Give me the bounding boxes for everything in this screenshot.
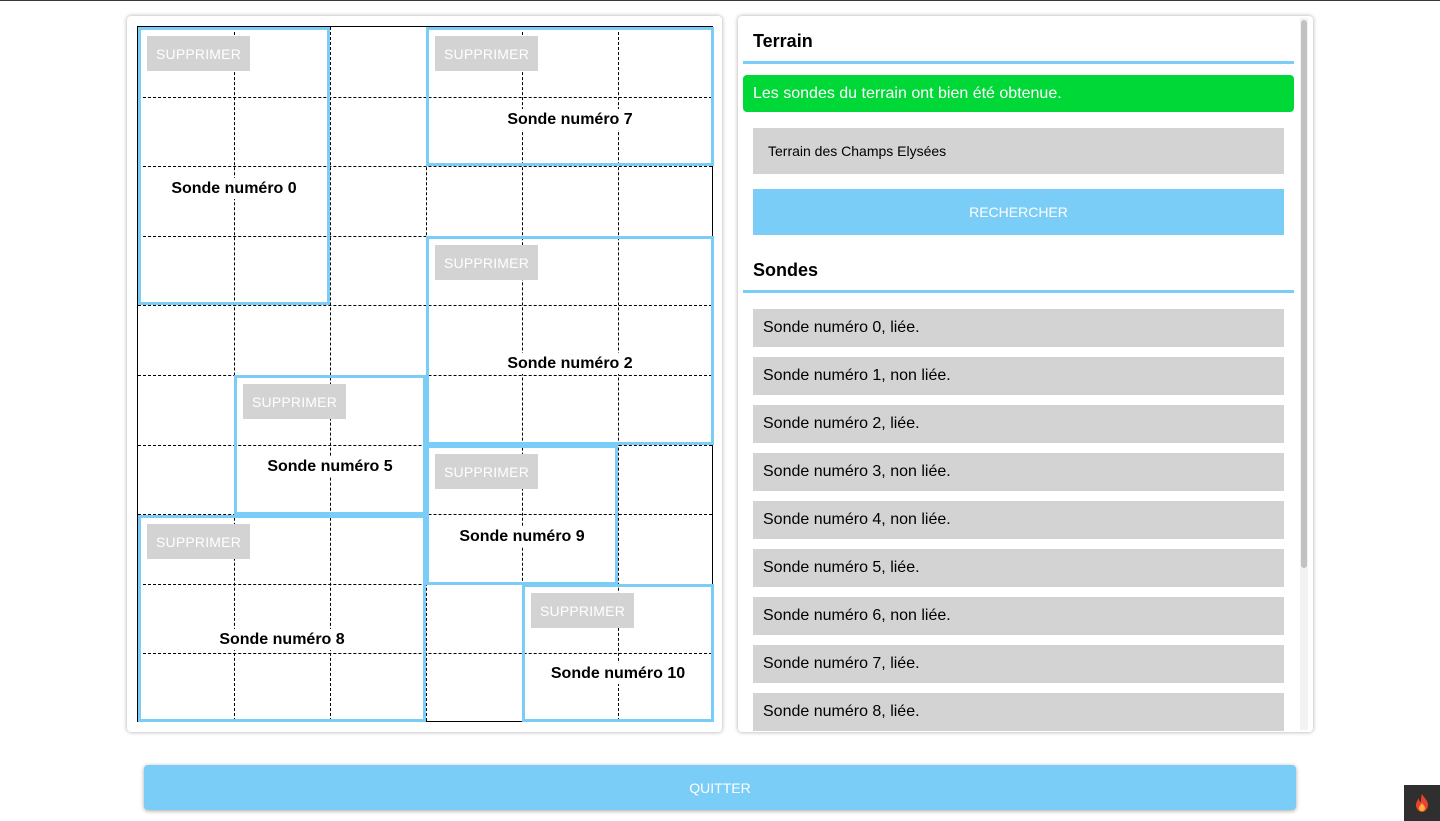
list-item[interactable]: Sonde numéro 7, liée. [753, 645, 1284, 683]
quit-button[interactable]: QUITTER [144, 765, 1296, 810]
probe-list: Sonde numéro 0, liée. Sonde numéro 1, no… [753, 309, 1284, 732]
success-alert: Les sondes du terrain ont bien été obten… [743, 75, 1294, 112]
section-divider [743, 290, 1294, 293]
list-item[interactable]: Sonde numéro 8, liée. [753, 693, 1284, 731]
delete-probe-button[interactable]: SUPPRIMER [147, 524, 250, 559]
list-item[interactable]: Sonde numéro 4, non liée. [753, 501, 1284, 539]
scrollbar[interactable] [1300, 18, 1308, 730]
list-item[interactable]: Sonde numéro 3, non liée. [753, 453, 1284, 491]
delete-probe-button[interactable]: SUPPRIMER [435, 36, 538, 71]
probe-block-8[interactable]: SUPPRIMER Sonde numéro 8 [138, 515, 426, 722]
flame-icon-svg [1416, 794, 1428, 812]
probe-block-0[interactable]: SUPPRIMER Sonde numéro 0 [138, 27, 330, 305]
terrain-grid-panel: SUPPRIMER Sonde numéro 0 SUPPRIMER Sonde… [127, 16, 722, 732]
top-divider [0, 0, 1440, 1]
probe-label: Sonde numéro 7 [429, 109, 711, 130]
probe-block-2[interactable]: SUPPRIMER Sonde numéro 2 [426, 236, 714, 445]
list-item[interactable]: Sonde numéro 0, liée. [753, 309, 1284, 347]
flame-icon[interactable] [1404, 785, 1440, 821]
terrain-grid: SUPPRIMER Sonde numéro 0 SUPPRIMER Sonde… [137, 26, 714, 722]
probe-label: Sonde numéro 5 [237, 456, 423, 477]
probe-label: Sonde numéro 2 [429, 353, 711, 374]
probe-label: Sonde numéro 0 [141, 178, 327, 199]
probe-block-7[interactable]: SUPPRIMER Sonde numéro 7 [426, 27, 714, 166]
delete-probe-button[interactable]: SUPPRIMER [147, 36, 250, 71]
list-item[interactable]: Sonde numéro 6, non liée. [753, 597, 1284, 635]
probe-block-5[interactable]: SUPPRIMER Sonde numéro 5 [234, 375, 426, 515]
probe-block-9[interactable]: SUPPRIMER Sonde numéro 9 [426, 445, 618, 585]
probe-label: Sonde numéro 10 [525, 663, 711, 684]
list-item[interactable]: Sonde numéro 5, liée. [753, 549, 1284, 587]
terrain-section-title: Terrain [753, 31, 813, 51]
terrain-name-input[interactable] [753, 128, 1284, 174]
probe-label: Sonde numéro 8 [141, 629, 423, 650]
delete-probe-button[interactable]: SUPPRIMER [435, 454, 538, 489]
list-item[interactable]: Sonde numéro 1, non liée. [753, 357, 1284, 395]
search-button[interactable]: RECHERCHER [753, 189, 1284, 235]
delete-probe-button[interactable]: SUPPRIMER [243, 384, 346, 419]
probe-block-10[interactable]: SUPPRIMER Sonde numéro 10 [522, 584, 714, 722]
delete-probe-button[interactable]: SUPPRIMER [531, 593, 634, 628]
delete-probe-button[interactable]: SUPPRIMER [435, 245, 538, 280]
terrain-side-panel: Terrain Les sondes du terrain ont bien é… [738, 16, 1313, 732]
scrollbar-thumb[interactable] [1301, 20, 1307, 568]
probe-label: Sonde numéro 9 [429, 526, 615, 547]
list-item[interactable]: Sonde numéro 2, liée. [753, 405, 1284, 443]
probes-section-title: Sondes [753, 260, 819, 280]
section-divider [743, 61, 1294, 64]
